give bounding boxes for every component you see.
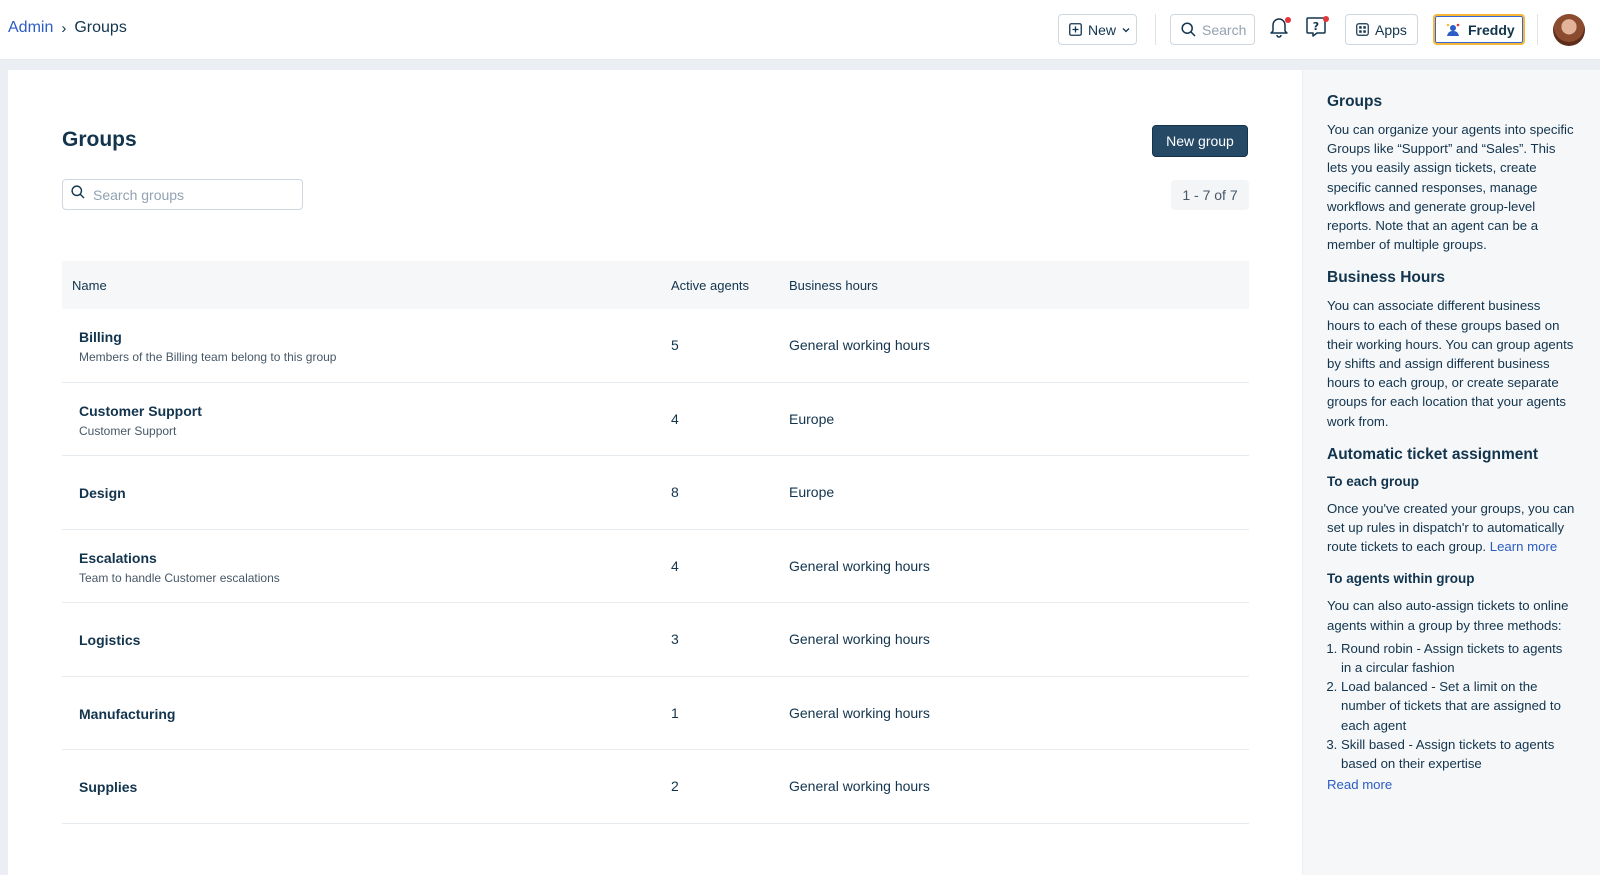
table-row[interactable]: Supplies 2 General working hours [62,750,1249,824]
help-to-group-title: To each group [1327,473,1420,489]
breadcrumb: Admin › Groups [8,19,127,37]
top-bar: Admin › Groups New Search ? Apps Freddy [0,0,1600,60]
table-row[interactable]: Billing Members of the Billing team belo… [62,309,1249,383]
business-hours: General working hours [789,704,930,721]
list-item: Load balanced - Set a limit on the numbe… [1341,677,1576,735]
groups-main-panel: Groups New group 1 - 7 of 7 Name Active … [8,70,1302,875]
group-name[interactable]: Logistics [79,632,140,648]
apps-grid-icon [1356,23,1369,36]
read-more-link[interactable]: Read more [1327,777,1392,792]
help-groups-text: You can organize your agents into specif… [1327,122,1574,253]
table-row[interactable]: Customer Support Customer Support 4 Euro… [62,383,1249,456]
business-hours: General working hours [789,557,930,574]
divider [1155,14,1156,45]
help-button[interactable]: ? [1303,16,1329,42]
search-groups-box[interactable] [62,179,303,210]
group-name[interactable]: Design [79,485,126,501]
list-item: Round robin - Assign tickets to agents i… [1341,639,1576,677]
breadcrumb-admin-link[interactable]: Admin [8,19,53,37]
notifications-button[interactable] [1266,16,1292,42]
breadcrumb-current: Groups [74,19,127,36]
group-name[interactable]: Billing [79,329,122,345]
help-groups-title: Groups [1327,93,1383,110]
active-agents-count: 4 [671,410,679,427]
new-button-label: New [1088,21,1117,38]
active-agents-count: 3 [671,631,679,647]
page-title: Groups [62,128,137,151]
table-header: Name Active agents Business hours [62,261,1249,309]
column-header-name[interactable]: Name [72,278,107,293]
help-assignment-title: Automatic ticket assignment [1327,445,1539,463]
apps-button[interactable]: Apps [1345,14,1418,45]
avatar[interactable] [1553,14,1585,46]
table-row[interactable]: Design 8 Europe [62,456,1249,530]
search-groups-input[interactable] [93,186,283,203]
help-dot [1323,16,1329,22]
group-name[interactable]: Supplies [79,779,137,795]
global-search-label: Search [1202,21,1247,38]
active-agents-count: 2 [671,778,679,794]
business-hours: Europe [789,484,835,500]
list-item: Skill based - Assign tickets to agents b… [1341,735,1576,773]
notification-dot [1285,17,1291,23]
business-hours: General working hours [789,337,930,353]
group-description: Members of the Billing team belong to th… [79,350,337,364]
search-icon [71,185,85,204]
group-description: Customer Support [79,423,177,438]
freddy-icon [1445,23,1461,37]
table-row[interactable]: Escalations Team to handle Customer esca… [62,530,1249,603]
active-agents-count: 5 [671,337,679,353]
new-group-button[interactable]: New group [1152,125,1248,157]
plus-square-icon [1069,23,1082,36]
freddy-button[interactable]: Freddy [1433,14,1525,45]
table-row[interactable]: Manufacturing 1 General working hours [62,677,1249,750]
active-agents-count: 8 [671,484,679,500]
help-business-hours-title: Business Hours [1327,269,1446,287]
help-business-hours-text: You can associate different business hou… [1327,298,1574,429]
help-within-group-title: To agents within group [1327,571,1475,587]
search-icon [1181,22,1196,37]
apps-label: Apps [1375,21,1407,38]
groups-table: Name Active agents Business hours Billin… [62,261,1249,824]
pagination-info: 1 - 7 of 7 [1171,180,1249,210]
chevron-down-icon [1122,27,1130,33]
group-name[interactable]: Escalations [79,550,157,566]
divider [1537,14,1538,45]
global-search-button[interactable]: Search [1170,14,1255,45]
column-header-active-agents[interactable]: Active agents [671,278,749,293]
help-panel: Groups You can organize your agents into… [1303,70,1600,875]
freddy-label: Freddy [1468,21,1515,38]
help-to-group-paragraph: Once you've created your groups, you can… [1327,499,1576,557]
chevron-right-icon: › [61,19,67,37]
active-agents-count: 4 [671,557,679,574]
group-name[interactable]: Customer Support [79,403,202,419]
business-hours: General working hours [789,778,930,794]
assignment-methods-list: Round robin - Assign tickets to agents i… [1327,639,1576,773]
svg-text:?: ? [1313,20,1319,33]
table-row[interactable]: Logistics 3 General working hours [62,603,1249,677]
group-name[interactable]: Manufacturing [79,706,175,722]
business-hours: General working hours [789,631,930,647]
learn-more-link[interactable]: Learn more [1490,539,1557,554]
new-dropdown-button[interactable]: New [1058,14,1137,45]
group-description: Team to handle Customer escalations [79,570,280,585]
help-within-group-text: You can also auto-assign tickets to onli… [1327,598,1569,633]
active-agents-count: 1 [671,704,679,721]
business-hours: Europe [789,410,835,427]
column-header-business-hours[interactable]: Business hours [789,278,878,293]
